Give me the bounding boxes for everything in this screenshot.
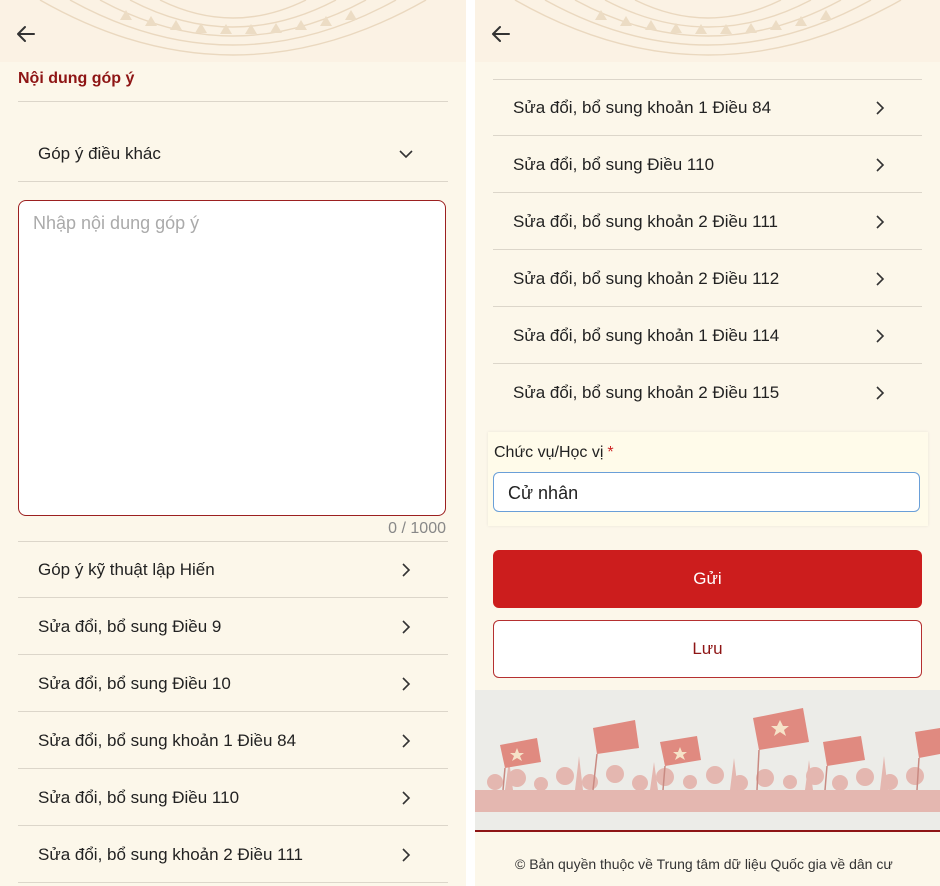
- list-item[interactable]: Sửa đổi, bổ sung khoản 2 Điều 111: [18, 827, 448, 883]
- right-screen: Sửa đổi, bổ sung khoản 1 Điều 84 Sửa đổi…: [475, 0, 940, 886]
- list-item-label: Sửa đổi, bổ sung khoản 1 Điều 114: [513, 326, 780, 345]
- list-item-label: Góp ý kỹ thuật lập Hiến: [38, 560, 215, 579]
- list-item[interactable]: Sửa đổi, bổ sung khoản 2 Điều 115: [493, 365, 922, 421]
- list-item-label: Sửa đổi, bổ sung Điều 9: [38, 617, 222, 636]
- list-item-label: Sửa đổi, bổ sung Điều 110: [513, 155, 715, 174]
- divider: [18, 597, 448, 598]
- divider: [18, 768, 448, 769]
- list-item-label: Sửa đổi, bổ sung khoản 2 Điều 112: [513, 269, 780, 288]
- list-item[interactable]: Sửa đổi, bổ sung khoản 1 Điều 84: [18, 713, 448, 769]
- divider: [493, 363, 922, 364]
- left-screen: Nội dung góp ý Góp ý điều khác Nhập nội …: [0, 0, 466, 886]
- back-arrow-icon[interactable]: [489, 22, 513, 46]
- chevron-right-icon: [876, 386, 885, 400]
- send-button[interactable]: Gửi: [493, 550, 922, 608]
- chevron-right-icon: [402, 734, 411, 748]
- comment-textarea[interactable]: Nhập nội dung góp ý: [18, 200, 446, 516]
- chevron-right-icon: [402, 620, 411, 634]
- list-item[interactable]: Sửa đổi, bổ sung khoản 1 Điều 114: [493, 308, 922, 364]
- crowd-flags-banner: [475, 690, 940, 830]
- list-item-label: Sửa đổi, bổ sung khoản 1 Điều 84: [513, 98, 772, 117]
- header: [475, 0, 940, 62]
- list-item[interactable]: Sửa đổi, bổ sung khoản 2 Điều 111: [493, 194, 922, 250]
- list-item-label: Sửa đổi, bổ sung Điều 10: [38, 674, 231, 693]
- chevron-right-icon: [402, 563, 411, 577]
- save-button[interactable]: Lưu: [493, 620, 922, 678]
- chevron-down-icon: [399, 150, 413, 159]
- back-arrow-icon[interactable]: [14, 22, 38, 46]
- comment-type-dropdown[interactable]: Góp ý điều khác: [18, 126, 448, 182]
- section-title: Nội dung góp ý: [18, 70, 135, 87]
- crowd-flags-illustration: [475, 708, 940, 812]
- divider: [18, 882, 448, 883]
- list-item[interactable]: Góp ý kỹ thuật lập Hiến: [18, 542, 448, 598]
- position-field-card: Chức vụ/Học vị * Cử nhân: [488, 432, 928, 526]
- drum-pattern-decoration: [514, 0, 902, 56]
- list-item[interactable]: Sửa đổi, bổ sung khoản 1 Điều 84: [493, 80, 922, 136]
- list-item[interactable]: Sửa đổi, bổ sung khoản 2 Điều 112: [493, 251, 922, 307]
- position-label-text: Chức vụ/Học vị: [494, 444, 604, 461]
- list-item-label: Sửa đổi, bổ sung Điều 110: [38, 788, 240, 807]
- position-field-label: Chức vụ/Học vị *: [494, 444, 614, 462]
- character-counter: 0 / 1000: [388, 520, 446, 537]
- divider: [18, 101, 448, 102]
- drum-pattern-decoration: [39, 0, 427, 56]
- list-item[interactable]: Sửa đổi, bổ sung Điều 9: [18, 599, 448, 655]
- chevron-right-icon: [876, 158, 885, 172]
- chevron-right-icon: [402, 791, 411, 805]
- list-item-label: Sửa đổi, bổ sung khoản 2 Điều 115: [513, 383, 780, 402]
- list-item-label: Sửa đổi, bổ sung khoản 1 Điều 84: [38, 731, 297, 750]
- chevron-right-icon: [876, 101, 885, 115]
- copyright-text: © Bản quyền thuộc về Trung tâm dữ liệu Q…: [515, 856, 893, 872]
- position-input[interactable]: Cử nhân: [493, 472, 920, 512]
- divider: [493, 135, 922, 136]
- chevron-right-icon: [876, 329, 885, 343]
- chevron-right-icon: [402, 848, 411, 862]
- dropdown-label: Góp ý điều khác: [38, 144, 161, 163]
- chevron-right-icon: [876, 272, 885, 286]
- list-item[interactable]: Sửa đổi, bổ sung Điều 10: [18, 656, 448, 712]
- chevron-right-icon: [402, 677, 411, 691]
- required-mark: *: [607, 444, 614, 461]
- textarea-placeholder: Nhập nội dung góp ý: [33, 213, 200, 233]
- header: [0, 0, 466, 62]
- divider: [18, 825, 448, 826]
- list-item-label: Sửa đổi, bổ sung khoản 2 Điều 111: [38, 845, 303, 864]
- list-item-label: Sửa đổi, bổ sung khoản 2 Điều 111: [513, 212, 778, 231]
- footer: © Bản quyền thuộc về Trung tâm dữ liệu Q…: [475, 832, 940, 886]
- position-input-value: Cử nhân: [508, 483, 579, 503]
- divider: [18, 654, 448, 655]
- divider: [493, 306, 922, 307]
- divider: [18, 711, 448, 712]
- divider: [493, 192, 922, 193]
- screen-separator: [466, 0, 475, 886]
- divider: [18, 181, 448, 182]
- list-item[interactable]: Sửa đổi, bổ sung Điều 110: [18, 770, 448, 826]
- list-item[interactable]: Sửa đổi, bổ sung Điều 110: [493, 137, 922, 193]
- divider: [493, 249, 922, 250]
- chevron-right-icon: [876, 215, 885, 229]
